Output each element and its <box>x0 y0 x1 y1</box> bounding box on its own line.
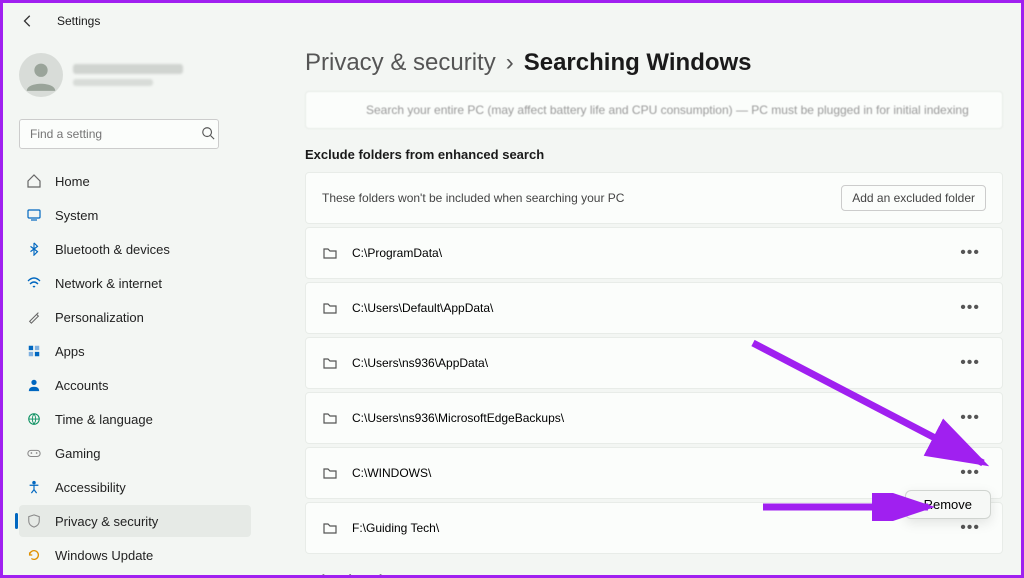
section-title-exclude: Exclude folders from enhanced search <box>305 147 1003 162</box>
search-input[interactable] <box>19 119 219 149</box>
breadcrumb-parent[interactable]: Privacy & security <box>305 49 496 77</box>
excluded-folder-row[interactable]: C:\Users\ns936\AppData\ ••• <box>305 337 1003 389</box>
wifi-icon <box>25 274 43 292</box>
bluetooth-icon <box>25 240 43 258</box>
gamepad-icon <box>25 444 43 462</box>
folder-path: F:\Guiding Tech\ <box>352 521 439 535</box>
breadcrumb: Privacy & security › Searching Windows <box>305 49 1003 77</box>
excluded-folder-row[interactable]: C:\WINDOWS\ ••• <box>305 447 1003 499</box>
exclude-header-row: These folders won't be included when sea… <box>305 172 1003 224</box>
more-options-button[interactable]: ••• <box>954 295 986 321</box>
person-icon <box>25 376 43 394</box>
more-options-button[interactable]: ••• <box>954 350 986 376</box>
sidebar-item-label: Home <box>55 174 90 189</box>
more-options-button[interactable]: ••• <box>954 405 986 431</box>
brush-icon <box>25 308 43 326</box>
sidebar-item-apps[interactable]: Apps <box>19 335 251 367</box>
sidebar-item-time[interactable]: Time & language <box>19 403 251 435</box>
folder-path: C:\WINDOWS\ <box>352 466 431 480</box>
sidebar-item-network[interactable]: Network & internet <box>19 267 251 299</box>
shield-icon <box>25 512 43 530</box>
sidebar-item-label: Personalization <box>55 310 144 325</box>
sidebar-item-accessibility[interactable]: Accessibility <box>19 471 251 503</box>
folder-icon <box>322 410 338 426</box>
folder-icon <box>322 520 338 536</box>
sidebar-item-accounts[interactable]: Accounts <box>19 369 251 401</box>
home-icon <box>25 172 43 190</box>
globe-icon <box>25 410 43 428</box>
system-icon <box>25 206 43 224</box>
excluded-folder-row[interactable]: C:\Users\ns936\MicrosoftEdgeBackups\ ••• <box>305 392 1003 444</box>
user-profile[interactable] <box>19 47 251 103</box>
folder-icon <box>322 465 338 481</box>
info-card: Search your entire PC (may affect batter… <box>305 91 1003 129</box>
excluded-folder-row[interactable]: F:\Guiding Tech\ ••• <box>305 502 1003 554</box>
folder-icon <box>322 355 338 371</box>
sidebar-nav: Home System Bluetooth & devices Network … <box>19 165 251 571</box>
update-icon <box>25 546 43 564</box>
sidebar-item-label: Accounts <box>55 378 108 393</box>
section-title-related: Related settings <box>305 572 1003 575</box>
folder-path: C:\Users\Default\AppData\ <box>352 301 493 315</box>
profile-name-blur <box>73 64 183 74</box>
folder-path: C:\ProgramData\ <box>352 246 442 260</box>
sidebar-item-home[interactable]: Home <box>19 165 251 197</box>
excluded-folder-row[interactable]: C:\ProgramData\ ••• <box>305 227 1003 279</box>
search-icon <box>201 126 215 145</box>
folder-icon <box>322 300 338 316</box>
sidebar-item-gaming[interactable]: Gaming <box>19 437 251 469</box>
folder-path: C:\Users\ns936\AppData\ <box>352 356 488 370</box>
profile-sub-blur <box>73 79 153 86</box>
more-options-button[interactable]: ••• <box>954 240 986 266</box>
folder-path: C:\Users\ns936\MicrosoftEdgeBackups\ <box>352 411 564 425</box>
sidebar-item-label: Accessibility <box>55 480 126 495</box>
more-options-button[interactable]: ••• <box>954 460 986 486</box>
app-title: Settings <box>57 14 100 28</box>
sidebar-item-privacy[interactable]: Privacy & security <box>19 505 251 537</box>
sidebar-item-personalization[interactable]: Personalization <box>19 301 251 333</box>
add-excluded-folder-button[interactable]: Add an excluded folder <box>841 185 986 211</box>
accessibility-icon <box>25 478 43 496</box>
breadcrumb-current: Searching Windows <box>524 49 752 77</box>
sidebar-item-label: Bluetooth & devices <box>55 242 170 257</box>
exclude-description: These folders won't be included when sea… <box>322 191 624 205</box>
sidebar-item-label: Apps <box>55 344 85 359</box>
sidebar-item-label: Network & internet <box>55 276 162 291</box>
folder-icon <box>322 245 338 261</box>
remove-context-menu[interactable]: Remove <box>905 490 991 519</box>
back-button[interactable] <box>19 12 37 30</box>
sidebar-item-label: Windows Update <box>55 548 153 563</box>
apps-icon <box>25 342 43 360</box>
chevron-right-icon: › <box>506 49 514 77</box>
sidebar-item-bluetooth[interactable]: Bluetooth & devices <box>19 233 251 265</box>
sidebar-item-system[interactable]: System <box>19 199 251 231</box>
sidebar-item-label: Privacy & security <box>55 514 158 529</box>
sidebar-item-update[interactable]: Windows Update <box>19 539 251 571</box>
sidebar-item-label: Gaming <box>55 446 101 461</box>
sidebar-item-label: Time & language <box>55 412 153 427</box>
excluded-folder-row[interactable]: C:\Users\Default\AppData\ ••• <box>305 282 1003 334</box>
avatar <box>19 53 63 97</box>
sidebar-item-label: System <box>55 208 98 223</box>
